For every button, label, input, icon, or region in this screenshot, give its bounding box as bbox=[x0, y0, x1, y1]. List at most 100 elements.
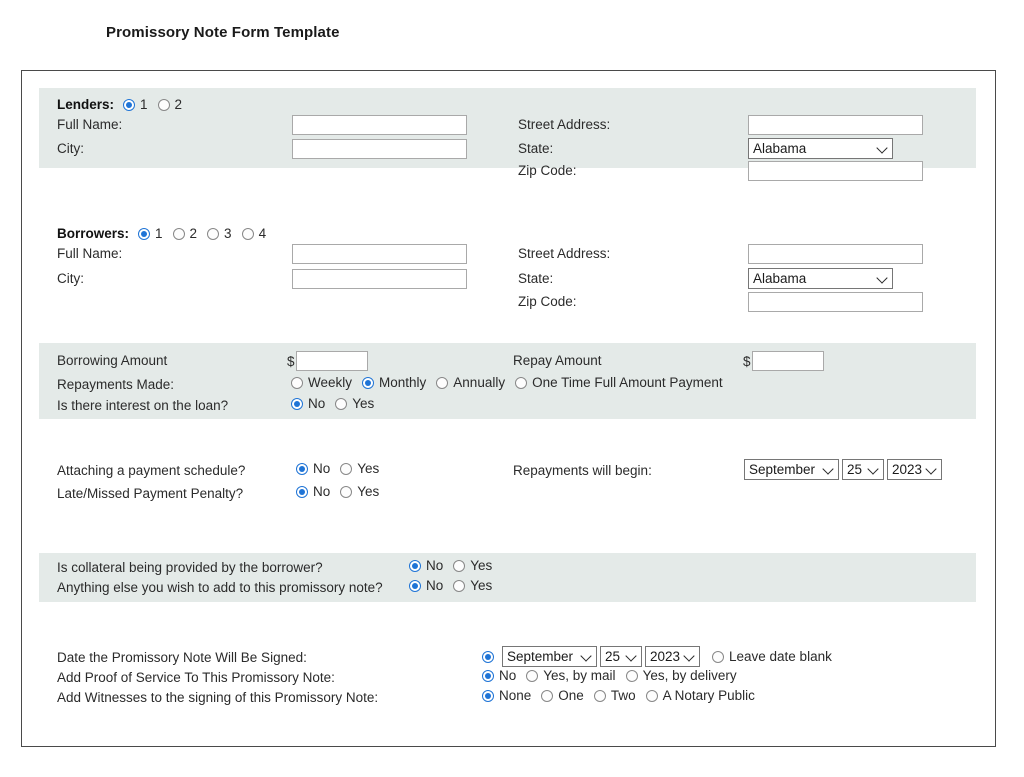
signing-date-day-select[interactable]: 25 bbox=[600, 646, 642, 667]
radio-icon[interactable] bbox=[409, 559, 421, 572]
witness-option-two[interactable]: Two bbox=[593, 688, 636, 703]
borrower-city-input[interactable] bbox=[292, 269, 467, 289]
promissory-note-form: Lenders: 1 2 Full Name: City: Street Add… bbox=[21, 70, 996, 747]
radio-icon[interactable] bbox=[123, 98, 136, 111]
attaching-schedule-option-no[interactable]: No bbox=[296, 461, 330, 476]
radio-icon[interactable] bbox=[241, 227, 254, 240]
signing-date-year-select[interactable]: 2023 bbox=[645, 646, 700, 667]
interest-label: Is there interest on the loan? bbox=[57, 398, 229, 413]
radio-icon[interactable] bbox=[172, 227, 185, 240]
radio-icon[interactable] bbox=[335, 397, 348, 410]
radio-icon[interactable] bbox=[362, 376, 375, 389]
borrowers-legend: Borrowers: bbox=[57, 226, 130, 241]
lenders-count-option-2[interactable]: 2 bbox=[157, 97, 183, 112]
radio-icon[interactable] bbox=[541, 689, 554, 702]
radio-icon[interactable] bbox=[645, 689, 658, 702]
borrowers-count-option-3[interactable]: 3 bbox=[207, 226, 232, 241]
interest-option-yes[interactable]: Yes bbox=[335, 396, 374, 411]
lender-city-input[interactable] bbox=[292, 139, 467, 159]
borrowers-count-option-2[interactable]: 2 bbox=[172, 226, 197, 241]
signing-date-row: September 25 2023 Leave date blank bbox=[482, 646, 842, 667]
signing-date-month-select[interactable]: September bbox=[502, 646, 597, 667]
collateral-option-no[interactable]: No bbox=[409, 558, 443, 573]
radio-icon[interactable] bbox=[436, 376, 449, 389]
proof-label-by-delivery: Yes, by delivery bbox=[642, 668, 737, 683]
radio-icon[interactable] bbox=[482, 669, 494, 682]
collateral-option-yes[interactable]: Yes bbox=[453, 558, 492, 573]
lender-zip-input[interactable] bbox=[748, 161, 923, 181]
radio-icon[interactable] bbox=[482, 689, 494, 702]
radio-icon[interactable] bbox=[291, 397, 303, 410]
borrower-state-select[interactable]: Alabama bbox=[748, 268, 893, 289]
penalty-options: No Yes bbox=[296, 484, 389, 499]
witness-option-one[interactable]: One bbox=[541, 688, 584, 703]
radio-icon[interactable] bbox=[625, 669, 638, 682]
radio-icon[interactable] bbox=[712, 650, 724, 663]
repayments-made-option-weekly[interactable]: Weekly bbox=[291, 375, 352, 390]
proof-option-by-mail[interactable]: Yes, by mail bbox=[526, 668, 616, 683]
attaching-schedule-label-no: No bbox=[313, 461, 331, 476]
lenders-legend: Lenders: bbox=[57, 97, 115, 112]
borrower-state-value: Alabama bbox=[753, 271, 807, 286]
borrower-street-input[interactable] bbox=[748, 244, 923, 264]
penalty-option-no[interactable]: No bbox=[296, 484, 330, 499]
repay-amount-input[interactable] bbox=[751, 351, 824, 371]
radio-icon[interactable] bbox=[138, 227, 151, 240]
witness-option-none[interactable]: None bbox=[482, 688, 531, 703]
penalty-label: Late/Missed Payment Penalty? bbox=[57, 486, 244, 501]
lenders-count-option-1[interactable]: 1 bbox=[123, 97, 148, 112]
borrower-zip-label: Zip Code: bbox=[518, 294, 577, 309]
interest-label-yes: Yes bbox=[352, 396, 375, 411]
penalty-label-yes: Yes bbox=[357, 484, 380, 499]
repayments-made-option-annually[interactable]: Annually bbox=[436, 375, 505, 390]
repayments-begin-year-select[interactable]: 2023 bbox=[887, 459, 942, 480]
lender-state-select[interactable]: Alabama bbox=[748, 138, 893, 159]
repayments-made-option-onetime[interactable]: One Time Full Amount Payment bbox=[515, 375, 723, 390]
radio-icon[interactable] bbox=[515, 376, 528, 389]
witness-option-notary[interactable]: A Notary Public bbox=[645, 688, 755, 703]
attaching-schedule-label: Attaching a payment schedule? bbox=[57, 463, 246, 478]
radio-icon[interactable] bbox=[340, 462, 353, 475]
signing-date-day-value: 25 bbox=[605, 649, 621, 664]
borrower-full-name-label: Full Name: bbox=[57, 246, 123, 261]
borrowers-count-option-1[interactable]: 1 bbox=[138, 226, 163, 241]
borrowers-count-row: Borrowers: 1 2 3 4 bbox=[57, 226, 276, 241]
repayments-begin-date: September 25 2023 bbox=[744, 459, 942, 480]
radio-icon[interactable] bbox=[526, 669, 539, 682]
radio-icon[interactable] bbox=[291, 376, 303, 389]
schedule-section: Attaching a payment schedule? No Yes Lat… bbox=[39, 459, 976, 519]
radio-icon[interactable] bbox=[157, 98, 170, 111]
borrower-full-name-input[interactable] bbox=[292, 244, 467, 264]
repayments-made-option-monthly[interactable]: Monthly bbox=[362, 375, 426, 390]
anything-else-option-yes[interactable]: Yes bbox=[453, 578, 492, 593]
interest-option-no[interactable]: No bbox=[291, 396, 325, 411]
radio-icon[interactable] bbox=[296, 462, 308, 475]
radio-icon[interactable] bbox=[593, 689, 606, 702]
repayments-begin-month-select[interactable]: September bbox=[744, 459, 839, 480]
penalty-option-yes[interactable]: Yes bbox=[340, 484, 379, 499]
lender-full-name-input[interactable] bbox=[292, 115, 467, 135]
borrowing-amount-input[interactable] bbox=[295, 351, 368, 371]
lenders-count-label-2: 2 bbox=[174, 97, 183, 112]
attaching-schedule-option-yes[interactable]: Yes bbox=[340, 461, 379, 476]
radio-icon[interactable] bbox=[482, 650, 494, 663]
collateral-label: Is collateral being provided by the borr… bbox=[57, 560, 323, 575]
anything-else-option-no[interactable]: No bbox=[409, 578, 443, 593]
repay-amount-currency: $ bbox=[743, 353, 751, 369]
radio-icon[interactable] bbox=[340, 485, 353, 498]
signing-date-leave-blank-option[interactable]: Leave date blank bbox=[712, 649, 832, 664]
radio-icon[interactable] bbox=[453, 559, 466, 572]
proof-option-no[interactable]: No bbox=[482, 668, 516, 683]
repayments-begin-label: Repayments will begin: bbox=[513, 463, 652, 478]
collateral-label-no: No bbox=[426, 558, 444, 573]
borrowers-count-option-4[interactable]: 4 bbox=[241, 226, 266, 241]
repayments-begin-day-select[interactable]: 25 bbox=[842, 459, 884, 480]
lender-street-input[interactable] bbox=[748, 115, 923, 135]
radio-icon[interactable] bbox=[207, 227, 220, 240]
borrower-zip-input[interactable] bbox=[748, 292, 923, 312]
proof-option-by-delivery[interactable]: Yes, by delivery bbox=[625, 668, 737, 683]
borrowers-section: Borrowers: 1 2 3 4 Full Name: City: Stre… bbox=[39, 217, 976, 312]
radio-icon[interactable] bbox=[296, 485, 308, 498]
radio-icon[interactable] bbox=[409, 579, 421, 592]
radio-icon[interactable] bbox=[453, 579, 466, 592]
